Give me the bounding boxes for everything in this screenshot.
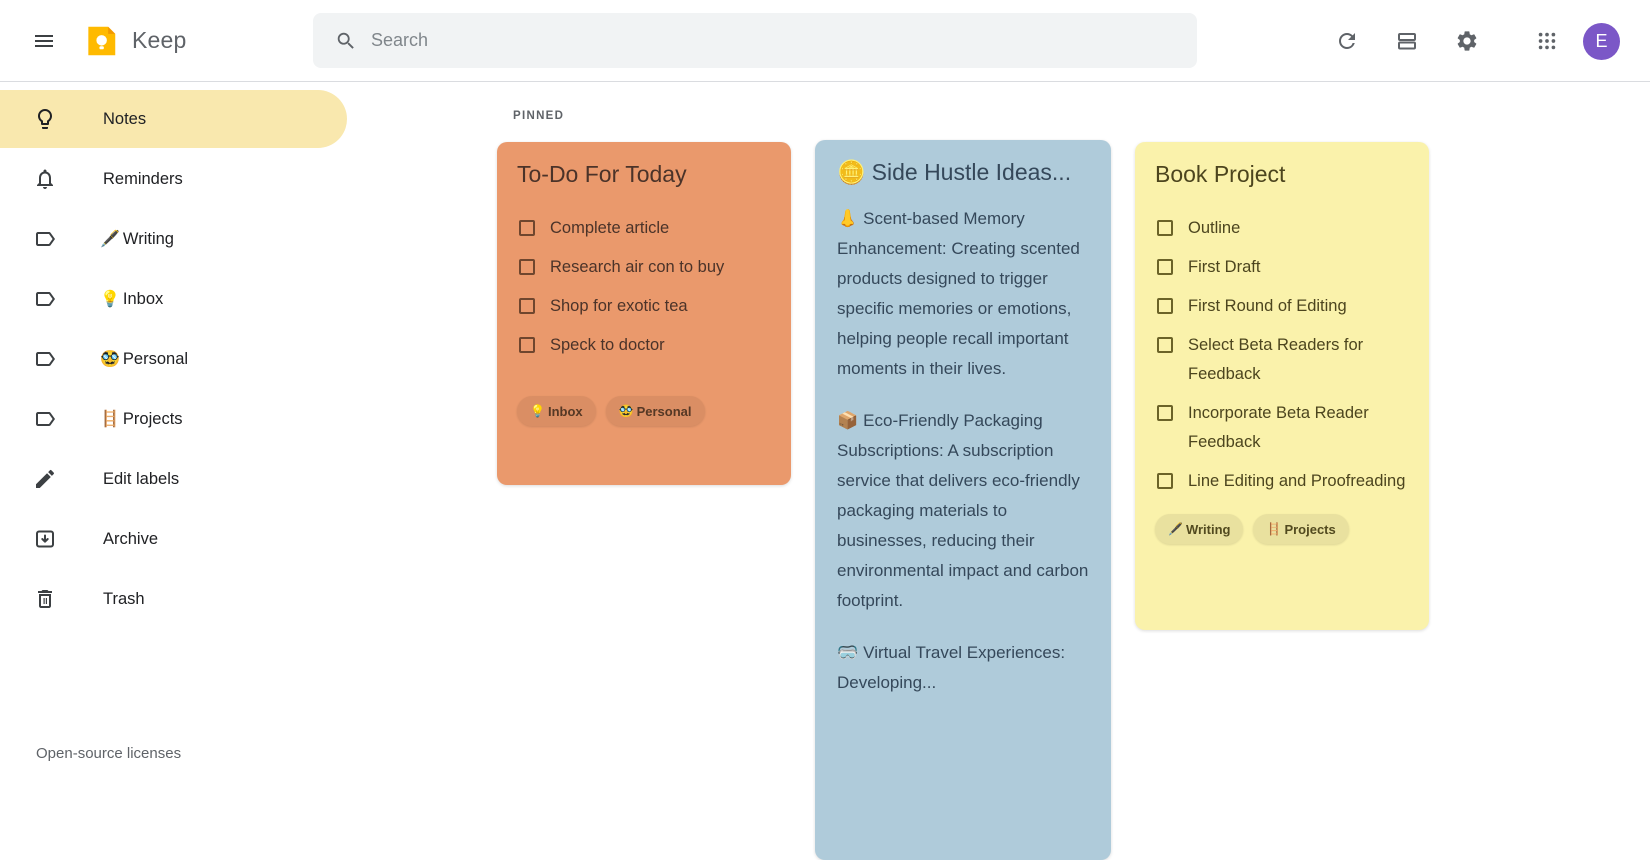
sidebar-item-notes[interactable]: Notes	[0, 90, 347, 148]
checklist-item: Incorporate Beta Reader Feedback	[1155, 399, 1409, 457]
checkbox-icon[interactable]	[1157, 220, 1173, 236]
label-chips: 🖋️Writing 🪜Projects	[1155, 514, 1409, 544]
checklist-item: Speck to doctor	[517, 331, 771, 360]
keep-logo-icon	[82, 22, 120, 60]
label-tag-icon	[33, 407, 57, 431]
refresh-icon	[1335, 29, 1359, 53]
pencil-icon	[33, 467, 57, 491]
search-bar[interactable]	[313, 13, 1197, 68]
checklist-item: Line Editing and Proofreading	[1155, 467, 1409, 496]
header-actions: E	[1323, 0, 1632, 82]
main-menu-button[interactable]	[20, 17, 68, 65]
open-source-licenses-link[interactable]: Open-source licenses	[36, 745, 181, 762]
sidebar-item-trash[interactable]: Trash	[0, 570, 347, 628]
list-view-icon	[1395, 29, 1419, 53]
label-tag-icon	[33, 347, 57, 371]
note-paragraph[interactable]: 👃Scent-based Memory Enhancement: Creatin…	[837, 204, 1089, 384]
label-chips: 💡Inbox 🥸Personal	[517, 396, 771, 426]
sidebar-item-label: Archive	[100, 530, 158, 549]
sidebar-item-label: 💡Inbox	[100, 289, 163, 309]
refresh-button[interactable]	[1323, 17, 1371, 65]
bell-icon	[33, 167, 57, 191]
checklist-item: Outline	[1155, 214, 1409, 243]
checklist-item: Shop for exotic tea	[517, 292, 771, 321]
search-input[interactable]	[371, 30, 1197, 51]
checkbox-icon[interactable]	[519, 337, 535, 353]
hamburger-menu-icon	[32, 29, 56, 53]
checkbox-icon[interactable]	[1157, 337, 1173, 353]
checkbox-icon[interactable]	[1157, 259, 1173, 275]
checklist-item: First Round of Editing	[1155, 292, 1409, 321]
checkbox-icon[interactable]	[519, 259, 535, 275]
sidebar-item-label: 🥸Personal	[100, 349, 188, 369]
sidebar-item-writing[interactable]: 🖋️Writing	[0, 210, 347, 268]
sidebar-item-reminders[interactable]: Reminders	[0, 150, 347, 208]
checkbox-icon[interactable]	[1157, 405, 1173, 421]
view-toggle-button[interactable]	[1383, 17, 1431, 65]
sidebar-item-label: 🪜Projects	[100, 409, 183, 429]
checklist-item: Research air con to buy	[517, 253, 771, 282]
label-tag-icon	[33, 287, 57, 311]
apps-grid-icon	[1536, 30, 1558, 52]
settings-button[interactable]	[1443, 17, 1491, 65]
notes-area: PINNED To-Do For Today Complete article …	[347, 82, 1650, 827]
checkbox-icon[interactable]	[1157, 473, 1173, 489]
note-paragraph[interactable]: 🥽Virtual Travel Experiences: Developing.…	[837, 638, 1089, 698]
checklist-item: First Draft	[1155, 253, 1409, 282]
sidebar-item-label: Trash	[100, 590, 145, 609]
checkbox-icon[interactable]	[519, 220, 535, 236]
note-paragraph[interactable]: 📦Eco-Friendly Packaging Subscriptions: A…	[837, 406, 1089, 616]
archive-icon	[33, 527, 57, 551]
note-card-todo-for-today[interactable]: To-Do For Today Complete article Researc…	[497, 142, 791, 485]
google-apps-button[interactable]	[1523, 17, 1571, 65]
checklist-item: Complete article	[517, 214, 771, 243]
sidebar-nav: Notes Reminders 🖋️Writing 💡Inbox 🥸Person…	[0, 82, 347, 827]
lightbulb-icon	[33, 107, 57, 131]
sidebar-item-edit-labels[interactable]: Edit labels	[0, 450, 347, 508]
label-chip-projects[interactable]: 🪜Projects	[1253, 514, 1348, 544]
trash-icon	[33, 587, 57, 611]
account-avatar[interactable]: E	[1583, 23, 1620, 60]
sidebar-item-archive[interactable]: Archive	[0, 510, 347, 568]
checkbox-icon[interactable]	[1157, 298, 1173, 314]
keep-logo-lockup: Keep	[82, 22, 187, 60]
sidebar-item-label: Edit labels	[100, 470, 179, 489]
checkbox-icon[interactable]	[519, 298, 535, 314]
sidebar-item-label: 🖋️Writing	[100, 229, 174, 249]
sidebar-item-projects[interactable]: 🪜Projects	[0, 390, 347, 448]
search-icon	[335, 30, 357, 52]
label-chip-inbox[interactable]: 💡Inbox	[517, 396, 596, 426]
sidebar-item-personal[interactable]: 🥸Personal	[0, 330, 347, 388]
sidebar-item-label: Notes	[100, 110, 146, 129]
note-title[interactable]: To-Do For Today	[517, 158, 771, 190]
label-chip-personal[interactable]: 🥸Personal	[606, 396, 705, 426]
note-title[interactable]: 🪙Side Hustle Ideas...	[837, 156, 1089, 188]
app-title: Keep	[132, 27, 187, 54]
note-card-side-hustle-ideas[interactable]: 🪙Side Hustle Ideas... 👃Scent-based Memor…	[815, 140, 1111, 860]
checklist-item: Select Beta Readers for Feedback	[1155, 331, 1409, 389]
sidebar-item-inbox[interactable]: 💡Inbox	[0, 270, 347, 328]
label-tag-icon	[33, 227, 57, 251]
note-title[interactable]: Book Project	[1155, 158, 1409, 190]
top-app-bar: Keep	[0, 0, 1650, 82]
note-card-book-project[interactable]: Book Project Outline First Draft First R…	[1135, 142, 1429, 630]
gear-icon	[1455, 29, 1479, 53]
sidebar-item-label: Reminders	[100, 170, 183, 189]
label-chip-writing[interactable]: 🖋️Writing	[1155, 514, 1243, 544]
pinned-section-label: PINNED	[513, 110, 564, 122]
